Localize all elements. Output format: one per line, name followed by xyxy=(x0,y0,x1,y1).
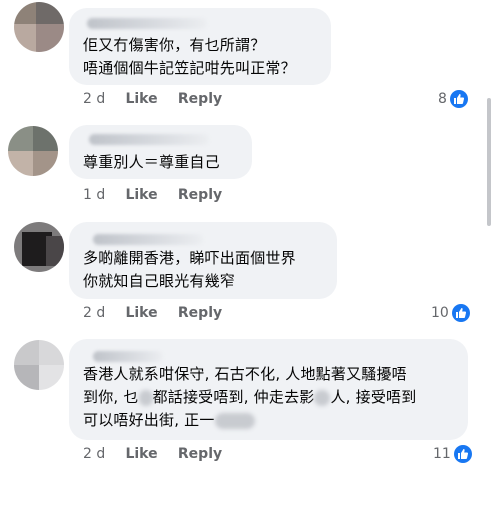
comment-text-segment: 人, 接受唔到 xyxy=(330,388,417,406)
like-button[interactable]: Like xyxy=(125,187,173,203)
reply-button[interactable]: Reply xyxy=(178,91,222,107)
comment-bubble: 佢又冇傷害你，有乜所謂？ 唔通個個牛記笠記咁先叫正常？ xyxy=(69,8,331,85)
comment-text-line: 到你, 乜都話接受唔到, 仲走去影 人, 接受唔到 xyxy=(83,386,416,409)
comment-actions: 2 d Like Reply xyxy=(83,446,222,462)
reaction-number: 8 xyxy=(438,91,447,107)
reaction-number: 11 xyxy=(433,446,451,462)
redacted-text xyxy=(314,389,331,406)
comment-text-line: 你就知自己眼光有幾窄 xyxy=(83,272,236,290)
comment-bubble: 多啲離開香港，睇吓出面個世界 你就知自己眼光有幾窄 xyxy=(69,222,337,299)
reaction-count[interactable]: 11 xyxy=(433,445,472,463)
like-button[interactable]: Like xyxy=(125,91,173,107)
comment-bubble: 香港人就系咁保守, 石古不化, 人地點著又騷擾唔 到你, 乜都話接受唔到, 仲走… xyxy=(69,339,468,440)
like-button[interactable]: Like xyxy=(125,446,173,462)
author-name[interactable] xyxy=(89,134,209,145)
avatar[interactable] xyxy=(8,126,58,176)
comment-text-line: 多啲離開香港，睇吓出面個世界 xyxy=(83,249,296,267)
avatar[interactable] xyxy=(14,222,64,272)
comment-time[interactable]: 1 d xyxy=(83,187,121,203)
comment-time[interactable]: 2 d xyxy=(83,305,121,321)
comment-text-segment: 可以唔好出街, 正一 xyxy=(83,411,215,429)
author-name[interactable] xyxy=(93,351,163,362)
reply-button[interactable]: Reply xyxy=(178,187,222,203)
comment-actions: 1 d Like Reply xyxy=(83,187,222,203)
like-thumb-icon xyxy=(449,90,468,108)
scrollbar[interactable] xyxy=(487,98,491,226)
redacted-text xyxy=(138,389,153,406)
comment-text-segment: 都話接受唔到, 仲走去影 xyxy=(152,388,315,406)
redacted-text xyxy=(214,412,255,429)
comment-actions: 2 d Like Reply xyxy=(83,305,222,321)
comment-text-line: 尊重別人＝尊重自己 xyxy=(83,153,220,171)
comment-text-segment: 到你, 乜 xyxy=(83,388,139,406)
comment-text-line: 可以唔好出街, 正一 xyxy=(83,409,255,432)
reply-button[interactable]: Reply xyxy=(178,446,222,462)
reaction-count[interactable]: 8 xyxy=(438,90,468,108)
comment-bubble: 尊重別人＝尊重自己 xyxy=(69,125,252,179)
author-name[interactable] xyxy=(93,234,203,245)
reaction-count[interactable]: 10 xyxy=(431,304,470,322)
like-thumb-icon xyxy=(453,445,472,463)
reply-button[interactable]: Reply xyxy=(178,305,222,321)
comment-actions: 2 d Like Reply xyxy=(83,91,222,107)
like-button[interactable]: Like xyxy=(125,305,173,321)
author-name[interactable] xyxy=(87,18,207,29)
reaction-number: 10 xyxy=(431,305,449,321)
like-thumb-icon xyxy=(451,304,470,322)
comment-time[interactable]: 2 d xyxy=(83,91,121,107)
comment-text-line: 佢又冇傷害你，有乜所謂？ xyxy=(83,36,266,54)
comment-text-line: 香港人就系咁保守, 石古不化, 人地點著又騷擾唔 xyxy=(83,365,407,383)
comment-time[interactable]: 2 d xyxy=(83,446,121,462)
avatar[interactable] xyxy=(14,2,64,52)
comment-text-line: 唔通個個牛記笠記咁先叫正常？ xyxy=(83,59,296,77)
avatar[interactable] xyxy=(14,340,64,390)
